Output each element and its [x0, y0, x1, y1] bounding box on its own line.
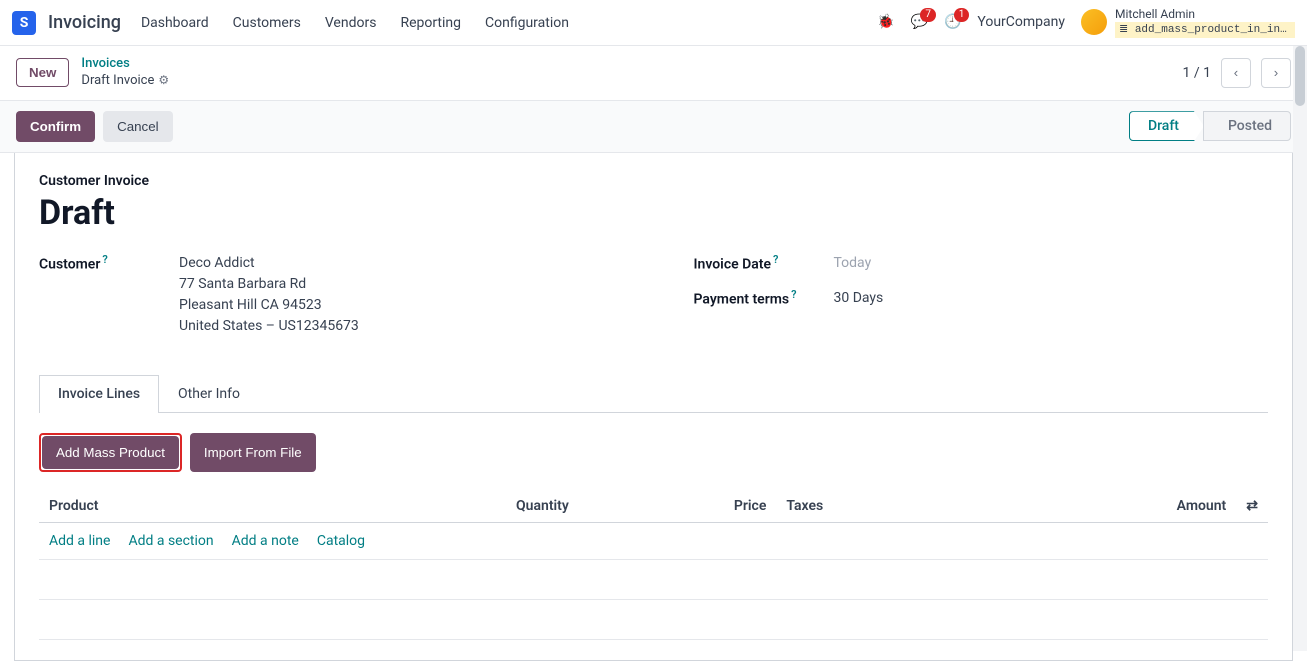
scrollbar-thumb[interactable]: [1295, 46, 1305, 106]
breadcrumb-parent[interactable]: Invoices: [81, 56, 169, 73]
col-quantity[interactable]: Quantity: [506, 490, 653, 523]
help-icon[interactable]: ?: [791, 288, 796, 301]
confirm-button[interactable]: Confirm: [16, 111, 95, 142]
gear-icon[interactable]: ⚙: [158, 73, 169, 87]
nav-customers[interactable]: Customers: [233, 15, 301, 31]
user-name: Mitchell Admin: [1115, 7, 1295, 23]
bug-icon[interactable]: 🐞: [877, 14, 894, 30]
payment-terms-label: Payment terms?: [694, 288, 834, 309]
col-amount[interactable]: Amount: [1084, 490, 1237, 523]
scrollbar[interactable]: [1293, 46, 1307, 651]
breadcrumb-bar: New Invoices Draft Invoice⚙ 1 / 1 ‹ ›: [0, 46, 1307, 100]
invoice-lines-table: Product Quantity Price Taxes Amount ⇄ Ad…: [39, 490, 1268, 640]
pager-text[interactable]: 1 / 1: [1183, 65, 1211, 81]
notebook-tabs: Invoice Lines Other Info: [39, 375, 1268, 413]
table-row[interactable]: [39, 599, 1268, 639]
add-mass-product-button[interactable]: Add Mass Product: [42, 436, 179, 469]
record-title: Draft: [39, 193, 1268, 233]
move-type-label: Customer Invoice: [39, 173, 1268, 189]
col-price[interactable]: Price: [653, 490, 776, 523]
status-draft[interactable]: Draft: [1129, 111, 1204, 141]
pager-next[interactable]: ›: [1261, 58, 1291, 88]
activities-badge: 1: [954, 8, 970, 22]
form-sheet: Customer Invoice Draft Customer? Deco Ad…: [14, 153, 1293, 661]
import-from-file-button[interactable]: Import From File: [190, 433, 316, 472]
invoice-date-field[interactable]: Today: [834, 253, 1269, 274]
add-section-link[interactable]: Add a section: [128, 533, 213, 549]
col-taxes[interactable]: Taxes: [776, 490, 1083, 523]
highlight-annotation: Add Mass Product: [39, 433, 182, 472]
tab-content: Add Mass Product Import From File Produc…: [39, 413, 1268, 640]
payment-terms-field[interactable]: 30 Days: [834, 288, 1269, 309]
add-line-link[interactable]: Add a line: [49, 533, 110, 549]
status-steps: Draft Posted: [1129, 111, 1291, 141]
customer-field[interactable]: Deco Addict 77 Santa Barbara Rd Pleasant…: [179, 253, 614, 337]
catalog-link[interactable]: Catalog: [317, 533, 365, 549]
add-note-link[interactable]: Add a note: [232, 533, 299, 549]
messages-icon[interactable]: 💬7: [911, 14, 928, 30]
customer-label: Customer?: [39, 253, 179, 337]
breadcrumb-current: Draft Invoice⚙: [81, 73, 169, 90]
invoice-date-label: Invoice Date?: [694, 253, 834, 274]
tab-other-info[interactable]: Other Info: [159, 375, 259, 412]
pager-prev[interactable]: ‹: [1221, 58, 1251, 88]
app-name[interactable]: Invoicing: [48, 12, 121, 33]
nav-menu: Dashboard Customers Vendors Reporting Co…: [141, 15, 569, 31]
status-posted[interactable]: Posted: [1203, 111, 1291, 141]
avatar: [1081, 9, 1107, 35]
company-selector[interactable]: YourCompany: [977, 14, 1065, 30]
new-button[interactable]: New: [16, 58, 69, 87]
nav-dashboard[interactable]: Dashboard: [141, 15, 209, 31]
database-name: ≣ add_mass_product_in_invo...: [1115, 22, 1295, 38]
help-icon[interactable]: ?: [102, 253, 107, 266]
nav-right: 🐞 💬7 🕘1 YourCompany Mitchell Admin ≣ add…: [877, 7, 1295, 39]
app-icon[interactable]: S: [12, 11, 36, 35]
column-settings-icon[interactable]: ⇄: [1236, 490, 1268, 523]
breadcrumb: Invoices Draft Invoice⚙: [81, 56, 169, 90]
messages-badge: 7: [920, 8, 936, 22]
nav-reporting[interactable]: Reporting: [400, 15, 461, 31]
status-bar: Confirm Cancel Draft Posted: [0, 100, 1307, 153]
tab-invoice-lines[interactable]: Invoice Lines: [39, 375, 159, 413]
table-row[interactable]: [39, 559, 1268, 599]
cancel-button[interactable]: Cancel: [103, 111, 173, 142]
top-nav: S Invoicing Dashboard Customers Vendors …: [0, 0, 1307, 46]
activities-icon[interactable]: 🕘1: [944, 14, 961, 30]
nav-vendors[interactable]: Vendors: [325, 15, 377, 31]
col-product[interactable]: Product: [39, 490, 506, 523]
help-icon[interactable]: ?: [773, 253, 778, 266]
nav-configuration[interactable]: Configuration: [485, 15, 569, 31]
user-menu[interactable]: Mitchell Admin ≣ add_mass_product_in_inv…: [1081, 7, 1295, 39]
